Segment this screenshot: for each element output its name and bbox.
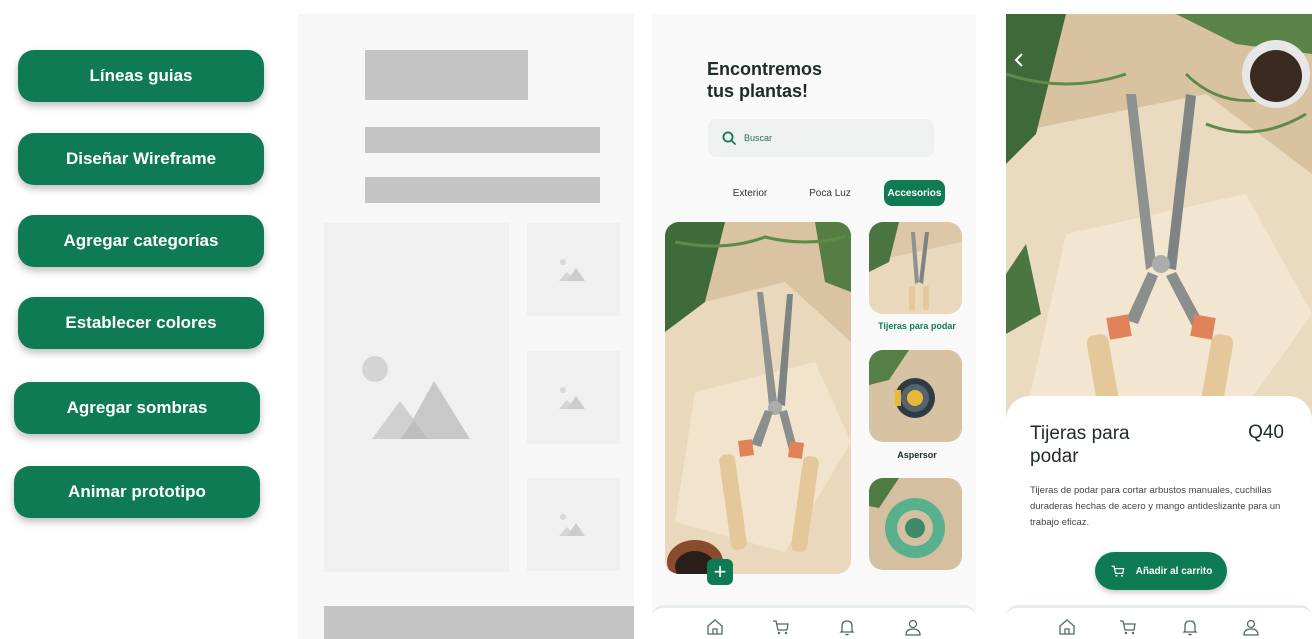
search-input[interactable]: Buscar (708, 119, 934, 157)
wireframe-screen (298, 14, 634, 639)
step-establecer-colores-button[interactable]: Establecer colores (18, 297, 264, 349)
add-to-cart-label: Añadir al carrito (1135, 565, 1213, 577)
user-icon[interactable] (1241, 617, 1261, 637)
product-detail-panel: Tijeras para podar Q40 Tijeras de podar … (1006, 396, 1312, 639)
tab-exterior[interactable]: Exterior (720, 180, 780, 206)
product-detail-screen: Tijeras para podar Q40 Tijeras de podar … (1006, 14, 1312, 639)
wireframe-thumb-1 (527, 223, 620, 316)
home-icon[interactable] (1057, 617, 1077, 637)
wireframe-search-block (365, 127, 600, 153)
wireframe-thumb-3 (527, 478, 620, 571)
product-label-tijeras: Tijeras para podar (878, 321, 956, 331)
add-product-button[interactable]: + (707, 559, 733, 585)
wireframe-large-image (324, 223, 509, 572)
product-label-aspersor: Aspersor (897, 450, 937, 460)
tab-accesorios[interactable]: Accesorios (884, 180, 945, 206)
product-thumb-aspersor[interactable] (869, 350, 962, 442)
step-lineas-guias-button[interactable]: Líneas guias (18, 50, 264, 102)
cart-icon[interactable] (1118, 617, 1138, 637)
search-placeholder: Buscar (744, 133, 773, 143)
product-price: Q40 (1248, 422, 1284, 443)
wireframe-navbar-block (324, 606, 634, 639)
step-agregar-sombras-button[interactable]: Agregar sombras (14, 382, 260, 434)
home-icon[interactable] (705, 617, 725, 637)
product-name: Tijeras para podar (1030, 423, 1130, 467)
wireframe-tabs-block (365, 177, 600, 203)
search-icon (722, 131, 736, 145)
bottom-navbar-detail (1006, 605, 1312, 639)
page-title: Encontremos tus plantas! (707, 58, 907, 102)
bottom-navbar (652, 605, 976, 639)
bell-icon[interactable] (1180, 617, 1200, 637)
user-icon[interactable] (903, 617, 923, 637)
product-thumb-tijeras[interactable] (869, 222, 962, 314)
featured-product-image[interactable] (665, 222, 851, 574)
wireframe-title-block (365, 50, 528, 100)
tab-poca-luz[interactable]: Poca Luz (800, 180, 860, 206)
browse-screen: Encontremos tus plantas! Buscar Exterior… (652, 14, 976, 639)
title-line-2: tus plantas! (707, 81, 809, 101)
design-process-board: Líneas guias Diseñar Wireframe Agregar c… (0, 0, 1312, 639)
step-agregar-categorias-button[interactable]: Agregar categorías (18, 215, 264, 267)
product-thumb-hose-reel[interactable] (869, 478, 962, 570)
step-animar-prototipo-button[interactable]: Animar prototipo (14, 466, 260, 518)
wireframe-thumb-2 (527, 351, 620, 444)
bell-icon[interactable] (837, 617, 857, 637)
cart-icon[interactable] (771, 617, 791, 637)
cart-icon (1111, 565, 1124, 577)
step-disenar-wireframe-button[interactable]: Diseñar Wireframe (18, 133, 264, 185)
title-line-1: Encontremos (707, 59, 823, 79)
product-hero-image (1006, 14, 1312, 434)
add-to-cart-button[interactable]: Añadir al carrito (1095, 552, 1227, 590)
product-description: Tijeras de podar para cortar arbustos ma… (1030, 485, 1281, 528)
